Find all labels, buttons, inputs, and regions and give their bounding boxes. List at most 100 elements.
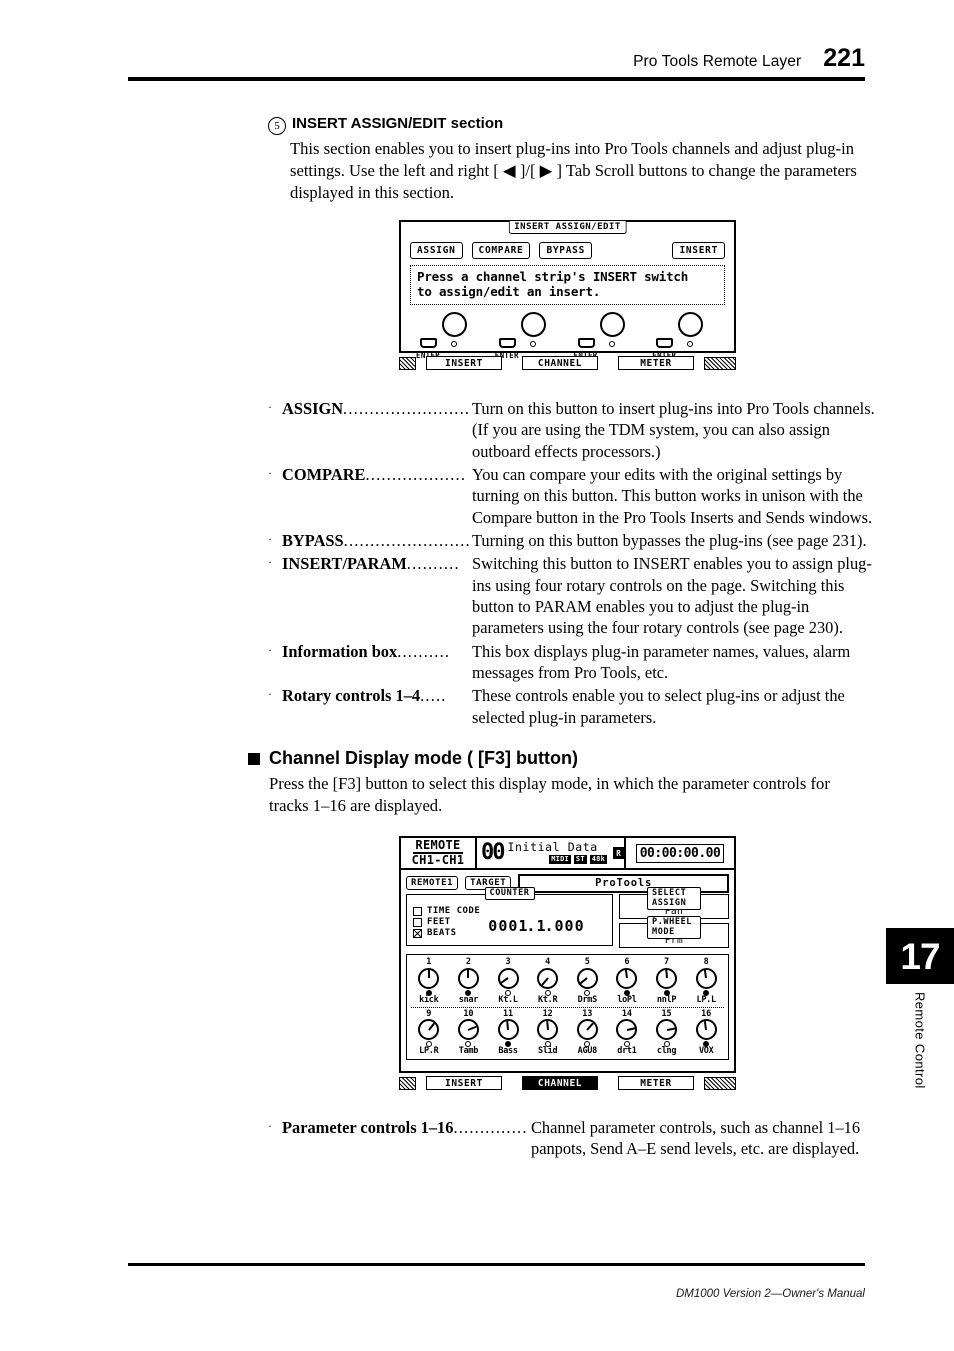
chapter-number: 17: [900, 935, 940, 977]
lcd-title: INSERT ASSIGN/EDIT: [508, 221, 627, 234]
counter-digit: 0: [488, 917, 497, 935]
chapter-label: Remote Control: [886, 992, 954, 1142]
tab-insert[interactable]: INSERT: [426, 1076, 502, 1090]
checkbox-checked-icon[interactable]: [413, 928, 422, 938]
insert-param-button[interactable]: INSERT: [672, 242, 725, 259]
checkbox-icon[interactable]: [413, 917, 422, 927]
counter-option-beats[interactable]: BEATS: [413, 928, 480, 938]
rotary-knob-icon[interactable]: [418, 967, 440, 989]
rotary-knob-icon[interactable]: [537, 967, 559, 989]
rotary-control-4[interactable]: ENTER: [646, 311, 725, 362]
parameter-control-14[interactable]: 14 drt1: [607, 1010, 647, 1057]
tab-hatch-left: [399, 1076, 416, 1090]
rotary-knob-icon[interactable]: [497, 967, 519, 989]
parameter-control-11[interactable]: 11 Bass: [488, 1010, 528, 1057]
enter-switch-icon[interactable]: [498, 337, 516, 348]
rotary-knob-icon[interactable]: [695, 1019, 717, 1041]
rotary-knob-icon[interactable]: [497, 1019, 519, 1041]
enter-led-icon: [608, 340, 615, 347]
section-body: This section enables you to insert plug-…: [290, 139, 857, 202]
definition-description: This box displays plug-in parameter name…: [472, 641, 851, 682]
compare-button[interactable]: COMPARE: [471, 242, 531, 259]
counter-digit: 1.: [536, 917, 553, 935]
badge-st: ST: [573, 855, 587, 865]
parameter-control-1[interactable]: 1 kick: [409, 958, 449, 1005]
rotary-knob-icon[interactable]: [457, 1019, 479, 1041]
page-header: Pro Tools Remote Layer 221: [128, 44, 865, 73]
parameter-control-number: 1: [426, 957, 432, 967]
parameter-control-9[interactable]: 9 LP.R: [409, 1010, 449, 1057]
rotary-knob-icon[interactable]: [678, 311, 704, 337]
rotary-knob-icon[interactable]: [616, 967, 638, 989]
rotary-knob-icon[interactable]: [457, 967, 479, 989]
enter-switch-icon[interactable]: [577, 337, 595, 348]
parameter-controls-panel: 1 kick 2 snar 3 Kt.L 4 Kt.R 5 DrmS 6 loPl 7 nnlP 8 LP.L…: [406, 954, 729, 1060]
remote1-pill[interactable]: REMOTE1: [406, 876, 459, 890]
pwheel-mode-box[interactable]: P.WHEEL MODE Prm: [619, 916, 729, 948]
definition-description: You can compare your edits with the orig…: [472, 464, 873, 527]
parameter-control-number: 12: [542, 1008, 553, 1019]
badge-midi: MIDI: [549, 855, 571, 865]
select-assign-title: SELECT ASSIGN: [647, 887, 701, 910]
counter-option-feet[interactable]: FEET: [413, 917, 480, 927]
rotary-knob-icon[interactable]: [695, 967, 717, 989]
timecode-display: 00:00:00.00: [624, 838, 734, 868]
assign-button[interactable]: ASSIGN: [410, 242, 463, 259]
tab-meter[interactable]: METER: [618, 1076, 694, 1090]
rotary-control-1[interactable]: ENTER: [410, 311, 489, 362]
rotary-knob-icon[interactable]: [616, 1019, 638, 1041]
rotary-control-2[interactable]: ENTER: [489, 311, 568, 362]
enter-switch-icon[interactable]: [420, 337, 437, 348]
rotary-knob-icon[interactable]: [576, 967, 598, 989]
parameter-control-number: 16: [701, 1008, 712, 1019]
parameter-control-5[interactable]: 5 DrmS: [568, 958, 608, 1005]
rotary-knob-icon[interactable]: [656, 967, 678, 989]
parameter-control-6[interactable]: 6 loPl: [607, 958, 647, 1005]
definition-description: Channel parameter controls, such as chan…: [531, 1118, 861, 1159]
parameter-control-13[interactable]: 13 AGU8: [568, 1010, 608, 1057]
counter-option-time-code[interactable]: TIME CODE: [413, 906, 480, 916]
parameter-control-10[interactable]: 10 Tamb: [449, 1010, 489, 1057]
tab-meter[interactable]: METER: [618, 356, 694, 370]
parameter-control-15[interactable]: 15 clng: [647, 1010, 687, 1057]
rotary-knob-icon[interactable]: [537, 1019, 559, 1041]
definition-row: · Parameter controls 1–16...............…: [268, 1117, 884, 1160]
rotary-knob-icon[interactable]: [576, 1019, 598, 1041]
insert-assign-edit-section: 5 INSERT ASSIGN/EDIT section This sectio…: [268, 115, 868, 204]
parameter-control-16[interactable]: 16 VOX: [686, 1010, 726, 1057]
checkbox-icon[interactable]: [413, 906, 422, 916]
rotary-knob-icon[interactable]: [442, 311, 467, 337]
bypass-button[interactable]: BYPASS: [539, 242, 592, 259]
scene-indicator: 00 Initial Data MIDI ST 48k R: [477, 838, 624, 868]
badge-48k: 48k: [589, 855, 607, 865]
rotary-knob-icon[interactable]: [656, 1019, 678, 1041]
rotary-knob-icon[interactable]: [418, 1019, 440, 1041]
parameter-control-number: 10: [463, 1008, 474, 1019]
parameter-control-3[interactable]: 3 Kt.L: [488, 958, 528, 1005]
parameter-control-12[interactable]: 12 Slid: [528, 1010, 568, 1057]
enter-switch-icon[interactable]: [656, 337, 674, 348]
lcd-tab-bar: INSERT CHANNEL METER: [399, 355, 736, 371]
information-box: Press a channel strip's INSERT switch to…: [410, 265, 725, 305]
enter-led-icon: [687, 340, 694, 347]
page-number: 221: [823, 44, 865, 72]
tab-channel[interactable]: CHANNEL: [522, 1076, 598, 1090]
tab-hatch-right: [704, 356, 736, 370]
manual-page: Pro Tools Remote Layer 221 5 INSERT ASSI…: [0, 0, 954, 1351]
parameter-control-2[interactable]: 2 snar: [449, 958, 489, 1005]
section-heading-text: INSERT ASSIGN/EDIT section: [292, 115, 504, 132]
parameter-control-8[interactable]: 8 LP.L: [686, 958, 726, 1005]
tab-insert[interactable]: INSERT: [426, 356, 502, 370]
tab-hatch-right: [704, 1076, 736, 1090]
rotary-control-3[interactable]: ENTER: [568, 311, 647, 362]
tab-channel[interactable]: CHANNEL: [522, 356, 598, 370]
list-bullet: ·: [268, 465, 272, 480]
channel-name-label: Bass: [498, 1046, 518, 1057]
channel-name-label: snar: [458, 994, 479, 1005]
channel-name-label: drt1: [617, 1046, 637, 1057]
definition-row: · Rotary controls 1–4..... These control…: [268, 685, 884, 728]
rotary-knob-icon[interactable]: [520, 311, 546, 337]
rotary-knob-icon[interactable]: [599, 311, 625, 337]
parameter-control-4[interactable]: 4 Kt.R: [528, 958, 568, 1005]
parameter-control-7[interactable]: 7 nnlP: [647, 958, 687, 1005]
